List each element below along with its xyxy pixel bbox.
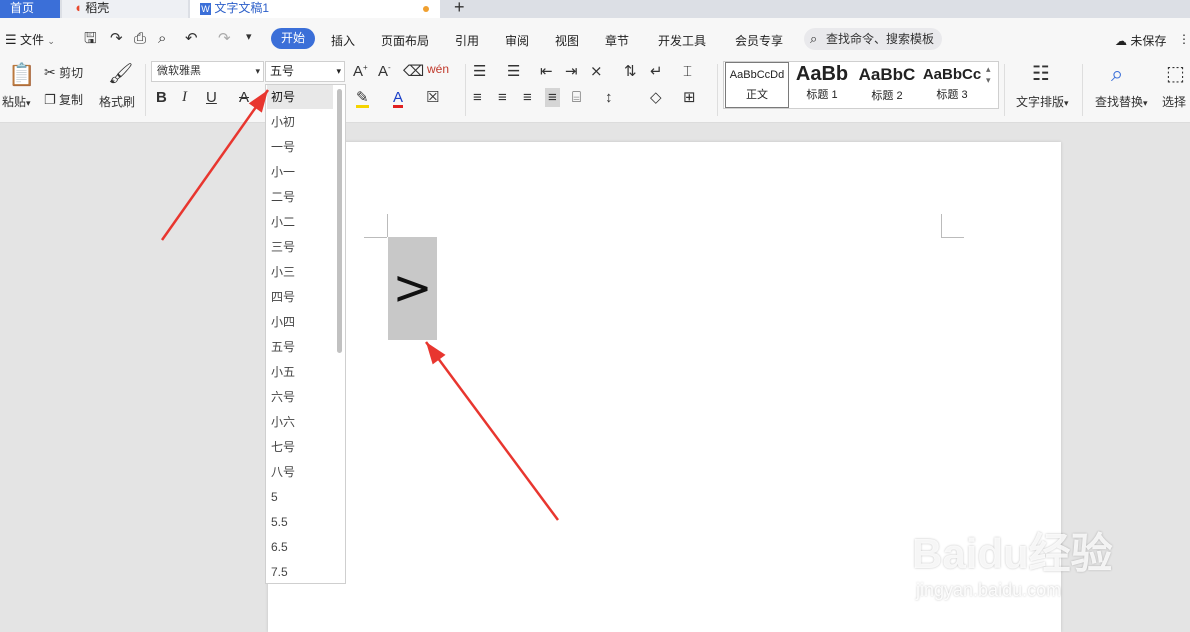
annotation-arrows	[160, 89, 560, 521]
arrow-to-character-shaft	[424, 341, 560, 521]
arrow-to-character-head	[426, 342, 446, 365]
arrow-to-size-option-head	[248, 90, 268, 113]
arrow-to-size-option-shaft	[160, 89, 270, 241]
